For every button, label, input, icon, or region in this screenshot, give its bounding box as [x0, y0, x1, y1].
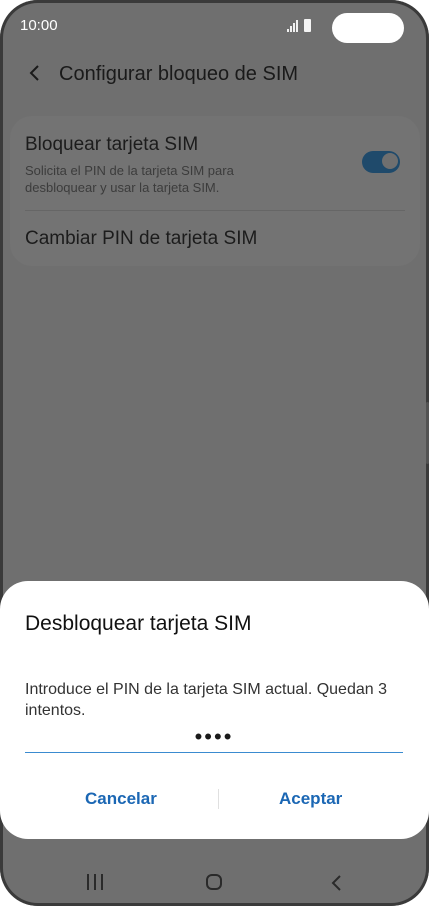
settings-card: Bloquear tarjeta SIM Solicita el PIN de … — [10, 116, 420, 266]
device-screen: 10:00 Configurar bloqueo de SIM Bloquear… — [0, 0, 429, 906]
back-icon[interactable] — [329, 874, 343, 892]
back-arrow-icon[interactable] — [24, 62, 46, 84]
signal-icon — [287, 20, 298, 32]
status-time: 10:00 — [20, 17, 58, 34]
navigation-bar — [0, 850, 429, 906]
divider — [25, 210, 405, 211]
dialog-title: Desbloquear tarjeta SIM — [25, 612, 252, 635]
cancel-button[interactable]: Cancelar — [85, 789, 157, 809]
page-title: Configurar bloqueo de SIM — [59, 63, 299, 85]
lock-sim-row[interactable]: Bloquear tarjeta SIM Solicita el PIN de … — [10, 116, 420, 210]
lock-sim-description: Solicita el PIN de la tarjeta SIM para d… — [25, 163, 234, 195]
recents-icon[interactable] — [86, 874, 104, 890]
status-bar: 10:00 — [0, 0, 429, 52]
lock-sim-toggle[interactable] — [362, 151, 400, 173]
camera-cutout — [332, 13, 404, 43]
battery-icon — [304, 19, 311, 32]
toggle-knob — [381, 152, 399, 170]
home-icon[interactable] — [206, 874, 222, 890]
lock-sim-title: Bloquear tarjeta SIM — [25, 134, 199, 155]
change-pin-row[interactable]: Cambiar PIN de tarjeta SIM — [25, 228, 257, 250]
button-separator — [218, 789, 219, 809]
app-bar: Configurar bloqueo de SIM — [0, 52, 429, 96]
pin-input[interactable] — [25, 722, 403, 753]
accept-button[interactable]: Aceptar — [279, 789, 342, 809]
dialog-message: Introduce el PIN de la tarjeta SIM actua… — [25, 681, 387, 719]
unlock-sim-dialog: Desbloquear tarjeta SIM Introduce el PIN… — [0, 581, 429, 839]
